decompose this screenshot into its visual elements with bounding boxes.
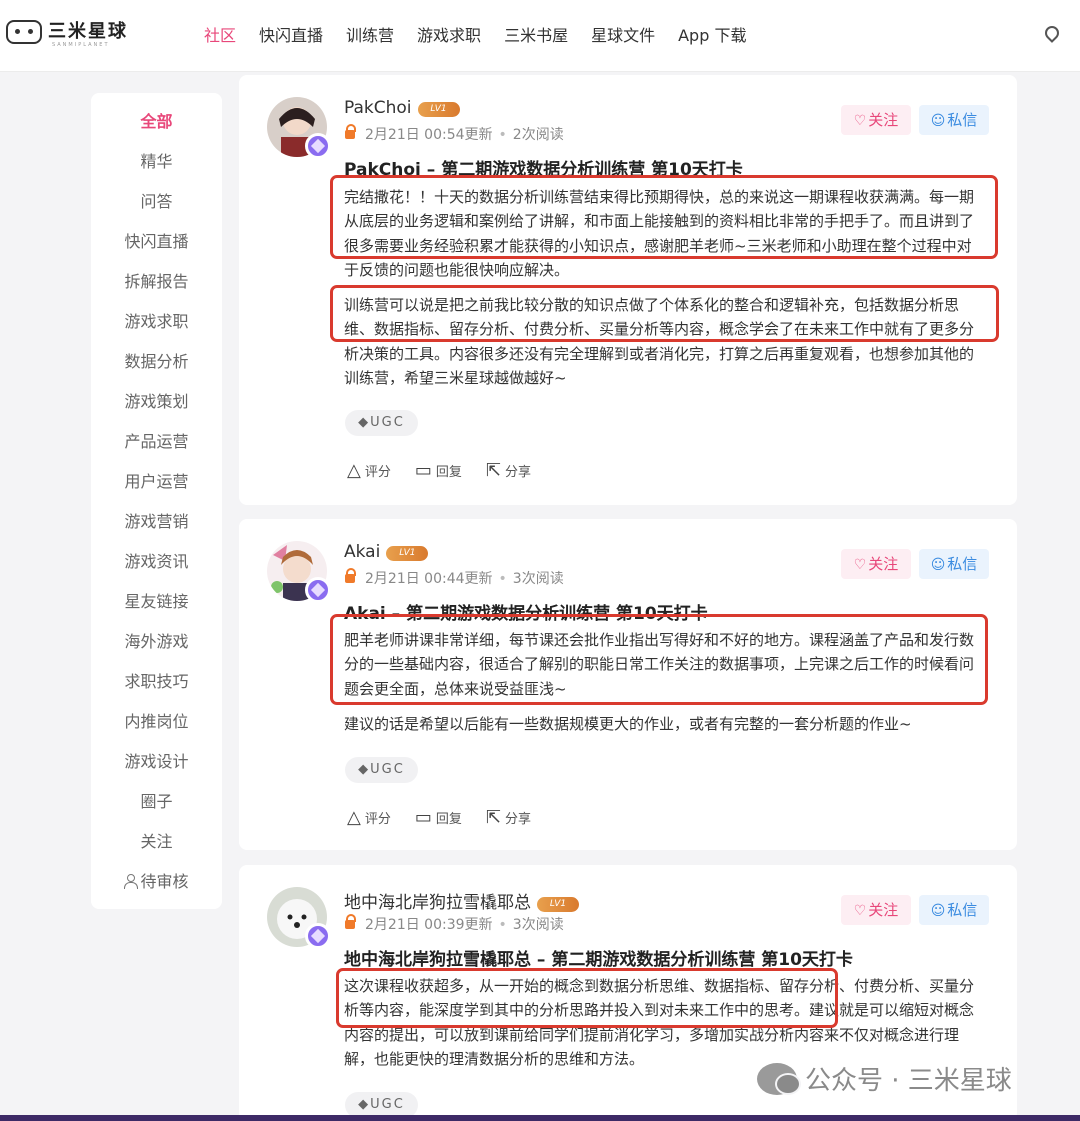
wechat-watermark: 公众号 · 三米星球: [757, 1060, 1012, 1097]
site-logo[interactable]: 三米星球 SANMIPLANET: [6, 20, 128, 48]
follow-button[interactable]: ♡ 关注: [841, 549, 911, 579]
post-date: 2月21日 00:39更新: [365, 917, 493, 933]
vip-badge-icon: [305, 133, 331, 159]
sidebar-item-marketing[interactable]: 游戏营销: [91, 511, 222, 551]
lock-icon: [345, 124, 356, 139]
reply-button[interactable]: ▭ 回复: [415, 460, 462, 481]
sidebar-item-links[interactable]: 星友链接: [91, 591, 222, 631]
heart-icon: ♡: [853, 903, 867, 919]
read-count: 3次阅读: [512, 917, 564, 933]
sidebar-item-circles[interactable]: 圈子: [91, 791, 222, 831]
sidebar-item-data-analysis[interactable]: 数据分析: [91, 351, 222, 391]
triangle-icon: △: [347, 460, 361, 481]
share-icon: ⇱: [485, 807, 501, 828]
wechat-icon: [757, 1062, 801, 1095]
post-actions: △ 评分 ▭ 回复 ⇱ 分享: [347, 460, 555, 481]
vip-badge-icon: [305, 923, 331, 949]
sidebar-item-product-ops[interactable]: 产品运营: [91, 431, 222, 471]
comment-icon: ▭: [414, 460, 432, 481]
post-date: 2月21日 00:54更新: [365, 127, 493, 143]
sidebar-item-user-ops[interactable]: 用户运营: [91, 471, 222, 511]
sidebar-item-featured[interactable]: 精华: [91, 151, 222, 191]
sidebar-item-game-design-planning[interactable]: 游戏策划: [91, 391, 222, 431]
highlight-box: [330, 285, 999, 342]
sidebar-item-tips[interactable]: 求职技巧: [91, 671, 222, 711]
highlight-box: [330, 175, 998, 259]
comment-icon: ▭: [414, 807, 432, 828]
triangle-icon: △: [347, 807, 361, 828]
chat-icon: ☺: [930, 557, 946, 573]
sidebar-item-pending[interactable]: 待审核: [91, 871, 222, 911]
post-title[interactable]: 地中海北岸狗拉雪橇耶总 – 第二期游戏数据分析训练营 第10天打卡: [344, 945, 853, 970]
post-paragraph: 建议的话是希望以后能有一些数据规模更大的作业，或者有完整的一套分析题的作业~: [344, 715, 912, 733]
message-button[interactable]: ☺ 私信: [919, 105, 989, 135]
vip-badge-icon: [305, 577, 331, 603]
category-sidebar: 全部 精华 问答 快闪直播 拆解报告 游戏求职 数据分析 游戏策划 产品运营 用…: [91, 93, 222, 909]
username[interactable]: Akai LV1: [344, 542, 429, 562]
highlight-box: [330, 614, 988, 705]
level-badge: LV1: [537, 897, 579, 912]
notification-icon[interactable]: [1042, 23, 1062, 43]
post-meta: 2月21日 00:44更新 • 3次阅读: [345, 568, 564, 588]
message-button[interactable]: ☺ 私信: [919, 549, 989, 579]
sidebar-item-overseas[interactable]: 海外游戏: [91, 631, 222, 671]
sidebar-item-live[interactable]: 快闪直播: [91, 231, 222, 271]
sidebar-item-game-design[interactable]: 游戏设计: [91, 751, 222, 791]
main-nav: 社区 快闪直播 训练营 游戏求职 三米书屋 星球文件 App 下载: [204, 22, 769, 46]
nav-files[interactable]: 星球文件: [591, 22, 655, 46]
username[interactable]: PakChoi LV1: [344, 98, 460, 118]
message-button[interactable]: ☺ 私信: [919, 895, 989, 925]
logo-subtext: SANMIPLANET: [52, 42, 110, 48]
chat-icon: ☺: [930, 903, 946, 919]
nav-community[interactable]: 社区: [204, 22, 236, 46]
post-meta: 2月21日 00:39更新 • 3次阅读: [345, 914, 564, 934]
nav-training[interactable]: 训练营: [346, 22, 394, 46]
nav-live[interactable]: 快闪直播: [259, 22, 323, 46]
heart-icon: ♡: [853, 113, 867, 129]
level-badge: LV1: [417, 102, 460, 117]
highlight-box: [336, 968, 838, 1028]
sidebar-item-following[interactable]: 关注: [91, 831, 222, 871]
logo-text: 三米星球: [48, 21, 128, 42]
heart-icon: ♡: [853, 557, 867, 573]
tag-ugc[interactable]: ◆UGC: [345, 757, 418, 783]
sidebar-item-all[interactable]: 全部: [91, 111, 222, 151]
follow-button[interactable]: ♡ 关注: [841, 105, 911, 135]
share-button[interactable]: ⇱ 分享: [486, 460, 531, 481]
lock-icon: [345, 568, 356, 583]
sidebar-item-news[interactable]: 游戏资讯: [91, 551, 222, 591]
sidebar-item-reports[interactable]: 拆解报告: [91, 271, 222, 311]
read-count: 3次阅读: [512, 571, 564, 587]
post-card: PakChoi LV1 2月21日 00:54更新 • 2次阅读 ♡ 关注 ☺ 私信 Pa…: [239, 75, 1017, 505]
nav-app-download[interactable]: App 下载: [678, 22, 746, 46]
read-count: 2次阅读: [512, 127, 564, 143]
nav-jobs[interactable]: 游戏求职: [417, 22, 481, 46]
tag-ugc[interactable]: ◆UGC: [345, 410, 418, 436]
sidebar-item-qa[interactable]: 问答: [91, 191, 222, 231]
sidebar-item-jobs[interactable]: 游戏求职: [91, 311, 222, 351]
post-meta: 2月21日 00:54更新 • 2次阅读: [345, 124, 564, 144]
username[interactable]: 地中海北岸狗拉雪橇耶总 LV1: [344, 888, 579, 913]
sidebar-item-referrals[interactable]: 内推岗位: [91, 711, 222, 751]
share-button[interactable]: ⇱ 分享: [486, 807, 531, 828]
sidebar-item-label: 待审核: [140, 872, 189, 891]
level-badge: LV1: [386, 546, 429, 561]
share-icon: ⇱: [485, 460, 501, 481]
reply-button[interactable]: ▭ 回复: [415, 807, 462, 828]
post-actions: △ 评分 ▭ 回复 ⇱ 分享: [347, 807, 555, 828]
robot-logo-icon: [6, 20, 42, 44]
bottom-border: [0, 1115, 1080, 1121]
post-card: Akai LV1 2月21日 00:44更新 • 3次阅读 ♡ 关注 ☺ 私信 Akai …: [239, 519, 1017, 850]
top-nav-bar: 三米星球 SANMIPLANET 社区 快闪直播 训练营 游戏求职 三米书屋 星…: [0, 0, 1080, 72]
nav-bookstore[interactable]: 三米书屋: [504, 22, 568, 46]
lock-icon: [345, 914, 356, 929]
post-date: 2月21日 00:44更新: [365, 571, 493, 587]
follow-button[interactable]: ♡ 关注: [841, 895, 911, 925]
user-icon: [124, 874, 139, 889]
chat-icon: ☺: [930, 113, 946, 129]
rate-button[interactable]: △ 评分: [347, 807, 391, 828]
rate-button[interactable]: △ 评分: [347, 460, 391, 481]
